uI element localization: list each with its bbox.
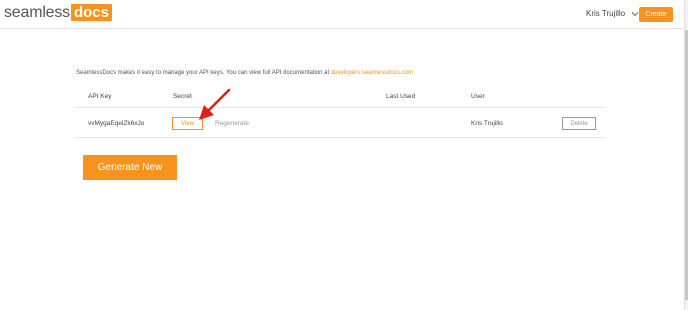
logo-text-seamless: seamless (4, 4, 70, 21)
delete-key-button[interactable]: Delete (562, 117, 596, 130)
api-key-value: vvMygaEqelZk6xJo (88, 120, 145, 127)
api-docs-link[interactable]: developers.seamlessdocs.com (331, 70, 413, 76)
column-header-last-used: Last Used (386, 93, 416, 100)
column-header-api-key: API Key (88, 93, 112, 100)
header-divider (75, 107, 605, 108)
logo-text-docs: docs (70, 4, 112, 21)
top-bar: seamless docs Kris Trujillo Create (0, 0, 688, 29)
intro-text-body: SeamlessDocs makes it easy to manage you… (76, 70, 331, 76)
user-menu[interactable]: Kris Trujillo (586, 9, 639, 18)
intro-text: SeamlessDocs makes it easy to manage you… (76, 70, 413, 76)
red-arrow-annotation-icon (199, 88, 231, 120)
generate-new-button[interactable]: Generate New (83, 155, 177, 180)
user-name: Kris Trujillo (586, 9, 626, 18)
seamlessdocs-logo[interactable]: seamless docs (4, 4, 112, 21)
scrollbar[interactable] (684, 0, 688, 310)
column-header-secret: Secret (173, 93, 192, 100)
chevron-down-icon (631, 11, 639, 16)
create-button[interactable]: Create (639, 7, 673, 22)
row-divider (75, 137, 605, 138)
column-header-user: User (471, 93, 485, 100)
user-value: Kris Trujillo (471, 120, 503, 127)
